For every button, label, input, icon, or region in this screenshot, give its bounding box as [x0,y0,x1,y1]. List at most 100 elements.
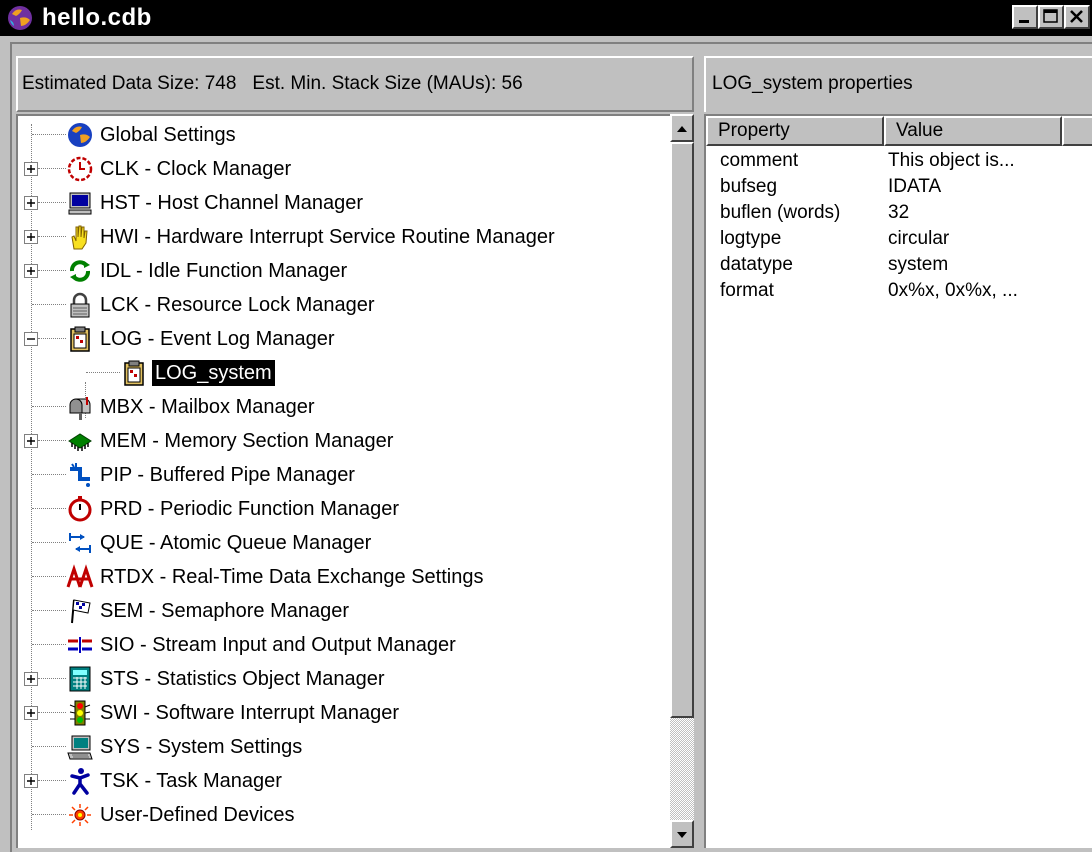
tree-item-mbx[interactable]: MBX - Mailbox Manager [18,390,668,424]
expand-plus-icon[interactable] [24,264,38,278]
property-name: logtype [720,228,782,249]
tree-item-sio[interactable]: SIO - Stream Input and Output Manager [18,628,668,662]
tree-item-label: SWI - Software Interrupt Manager [100,702,400,724]
property-name: format [720,280,774,301]
expand-plus-icon[interactable] [24,230,38,244]
mailbox-icon [69,397,91,420]
tree-item-idl[interactable]: IDL - Idle Function Manager [18,254,668,288]
tree-connector [32,134,66,135]
property-value: This object is... [888,150,1015,171]
tree-connector [32,746,66,747]
arrow-up-icon [677,126,687,132]
tree-item-global-settings[interactable]: Global Settings [18,118,668,152]
property-value: IDATA [888,176,942,197]
collapse-minus-icon[interactable] [24,332,38,346]
close-button[interactable] [1064,5,1090,29]
clock-icon [67,156,93,182]
tree-item-label: LCK - Resource Lock Manager [100,294,375,316]
tree-item-label-selected: LOG_system [151,359,276,387]
expand-plus-icon[interactable] [24,774,38,788]
tree-item-sts[interactable]: STS - Statistics Object Manager [18,662,668,696]
runner-icon [70,768,90,795]
tree-item-log[interactable]: LOG - Event Log Manager [18,322,668,356]
pane-splitter[interactable] [694,56,704,852]
property-row-comment[interactable]: comment This object is... [706,148,1092,174]
tree-item-clk[interactable]: CLK - Clock Manager [18,152,668,186]
property-value: circular [888,228,950,249]
tree-item-sys[interactable]: SYS - System Settings [18,730,668,764]
tree-item-sem[interactable]: SEM - Semaphore Manager [18,594,668,628]
hand-icon [71,225,88,250]
cycle-icon [70,260,90,282]
tree-connector [38,270,66,271]
minimize-button[interactable] [1012,5,1038,29]
expand-plus-icon[interactable] [24,434,38,448]
property-row-logtype[interactable]: logtype circular [706,226,1092,252]
property-name: buflen (words) [720,202,841,223]
tree-item-rtdx[interactable]: RTDX - Real-Time Data Exchange Settings [18,560,668,594]
pipe-icon [70,463,90,487]
tree-connector [38,338,66,339]
tree-connector [38,678,66,679]
tree-item-label: IDL - Idle Function Manager [100,260,348,282]
tree-item-swi[interactable]: SWI - Software Interrupt Manager [18,696,668,730]
stopwatch-icon [68,496,92,522]
scroll-thumb[interactable] [670,142,694,718]
tree-item-lck[interactable]: LCK - Resource Lock Manager [18,288,668,322]
calculator-icon [69,666,91,692]
expand-plus-icon[interactable] [24,162,38,176]
tree-item-label: Global Settings [100,124,236,146]
flag-icon [71,599,91,624]
tree-connector [32,406,66,407]
tree-item-label: PRD - Periodic Function Manager [100,498,400,520]
monitor-icon [68,192,92,215]
expand-plus-icon[interactable] [24,672,38,686]
property-row-datatype[interactable]: datatype system [706,252,1092,278]
size-summary-header: Estimated Data Size: 748 Est. Min. Stack … [16,56,694,112]
column-header-property[interactable]: Property [706,116,884,146]
properties-header: LOG_system properties [704,56,1092,112]
module-tree[interactable]: Global Settings CLK - Clock Manager HST … [16,114,694,848]
stream-icon [68,637,92,653]
tree-item-pip[interactable]: PIP - Buffered Pipe Manager [18,458,668,492]
tree-item-label: SYS - System Settings [100,736,303,758]
tree-connector [32,814,66,815]
tree-vertical-scrollbar[interactable] [670,114,694,848]
rtdx-icon [66,564,94,588]
arrow-down-icon [677,832,687,838]
lock-icon [70,292,90,318]
column-header-filler [1062,116,1092,146]
tree-item-prd[interactable]: PRD - Periodic Function Manager [18,492,668,526]
property-row-buflen[interactable]: buflen (words) 32 [706,200,1092,226]
property-row-format[interactable]: format 0x%x, 0x%x, ... [706,278,1092,304]
tree-item-tsk[interactable]: TSK - Task Manager [18,764,668,798]
scroll-up-button[interactable] [670,114,694,142]
maximize-button[interactable] [1038,5,1064,29]
scroll-track[interactable] [670,718,694,820]
window-title: hello.cdb [42,4,152,31]
tree-item-label: SEM - Semaphore Manager [100,600,350,622]
tree-item-log-system[interactable]: LOG_system [18,356,668,390]
tree-item-label: HWI - Hardware Interrupt Service Routine… [100,226,555,248]
tree-item-label: RTDX - Real-Time Data Exchange Settings [100,566,484,588]
tree-item-hst[interactable]: HST - Host Channel Manager [18,186,668,220]
properties-list[interactable]: Property Value comment This object is...… [704,114,1092,848]
tree-item-mem[interactable]: MEM - Memory Section Manager [18,424,668,458]
tree-connector [38,202,66,203]
scroll-down-button[interactable] [670,820,694,848]
tree-item-label: PIP - Buffered Pipe Manager [100,464,355,486]
tree-item-user-defined-devices[interactable]: User-Defined Devices [18,798,668,832]
tree-item-label: TSK - Task Manager [100,770,282,792]
column-header-value[interactable]: Value [884,116,1062,146]
property-value: 0x%x, 0x%x, ... [888,280,1018,301]
property-name: comment [720,150,799,171]
expand-plus-icon[interactable] [24,196,38,210]
property-name: bufseg [720,176,778,197]
tree-item-label: STS - Statistics Object Manager [100,668,385,690]
memory-chip-icon [68,433,92,451]
tree-item-que[interactable]: QUE - Atomic Queue Manager [18,526,668,560]
property-row-bufseg[interactable]: bufseg IDATA [706,174,1092,200]
tree-item-hwi[interactable]: HWI - Hardware Interrupt Service Routine… [18,220,668,254]
expand-plus-icon[interactable] [24,706,38,720]
title-bar[interactable]: hello.cdb [0,0,1092,36]
